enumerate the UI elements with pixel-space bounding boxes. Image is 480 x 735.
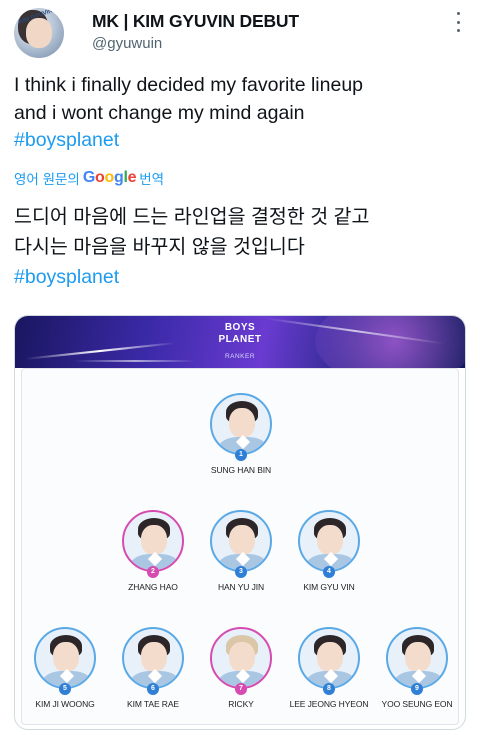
- rank-badge-icon: 3: [235, 566, 247, 578]
- user-handle[interactable]: @gyuwuin: [92, 35, 162, 52]
- member-photo: [34, 627, 96, 689]
- media-card[interactable]: BOYS PLANET RANKER 1 SUNG HAN BIN 2 ZHAN…: [14, 315, 466, 730]
- ranking-board: 1 SUNG HAN BIN 2 ZHANG HAO 3 HAN YU JIN …: [21, 368, 459, 725]
- google-logo: Google: [82, 169, 137, 186]
- translate-suffix: 번역: [139, 172, 165, 187]
- member-photo: [210, 627, 272, 689]
- rank-badge-icon: 1: [235, 449, 247, 461]
- tweet-text-line: I think i finally decided my favorite li…: [14, 74, 364, 96]
- tweet-avatar[interactable]: KIM GYUVIN: [14, 8, 64, 58]
- member-photo: [210, 393, 272, 455]
- member-photo: [122, 627, 184, 689]
- translate-prefix: 영어 원문의: [14, 172, 80, 187]
- translate-link[interactable]: 영어 원문의 Google 번역: [14, 168, 164, 188]
- translated-hashtag-link[interactable]: #boysplanet: [14, 262, 470, 292]
- member-photo: [210, 510, 272, 572]
- more-options-icon[interactable]: [452, 12, 464, 32]
- member-photo: [386, 627, 448, 689]
- tweet-text: I think i finally decided my favorite li…: [14, 72, 470, 155]
- boys-planet-banner: BOYS PLANET RANKER: [15, 316, 465, 368]
- rank-badge-icon: 6: [147, 683, 159, 695]
- rank-badge-icon: 7: [235, 683, 247, 695]
- avatar-face: [26, 18, 52, 48]
- ranking-member: 9 YOO SEUNG EON: [362, 627, 465, 709]
- translated-text: 드디어 마음에 드는 라인업을 결정한 것 같고 다시는 마음을 바꾸지 않을 …: [14, 202, 470, 292]
- ranker-label: RANKER: [224, 353, 256, 360]
- hashtag-link[interactable]: #boysplanet: [14, 127, 470, 155]
- member-photo: [122, 510, 184, 572]
- translated-line: 다시는 마음을 바꾸지 않을 것입니다: [14, 236, 305, 258]
- translated-line: 드디어 마음에 드는 라인업을 결정한 것 같고: [14, 206, 370, 228]
- member-photo: [298, 627, 360, 689]
- tweet-text-line: and i wont change my mind again: [14, 101, 305, 124]
- rank-badge-icon: 9: [411, 683, 423, 695]
- boys-planet-logo: BOYS PLANET: [218, 322, 262, 345]
- rank-badge-icon: 5: [59, 683, 71, 695]
- rank-badge-icon: 8: [323, 683, 335, 695]
- display-name[interactable]: MK | KIM GYUVIN DEBUT: [92, 11, 299, 32]
- rank-badge-icon: 4: [323, 566, 335, 578]
- rank-badge-icon: 2: [147, 566, 159, 578]
- member-photo: [298, 510, 360, 572]
- member-name: SUNG HAN BIN: [210, 465, 272, 475]
- ranking-member: 1 SUNG HAN BIN: [186, 393, 296, 475]
- ranking-member: 4 KIM GYU VIN: [274, 510, 384, 592]
- member-name: KIM GYU VIN: [303, 582, 355, 592]
- member-name: YOO SEUNG EON: [381, 699, 453, 709]
